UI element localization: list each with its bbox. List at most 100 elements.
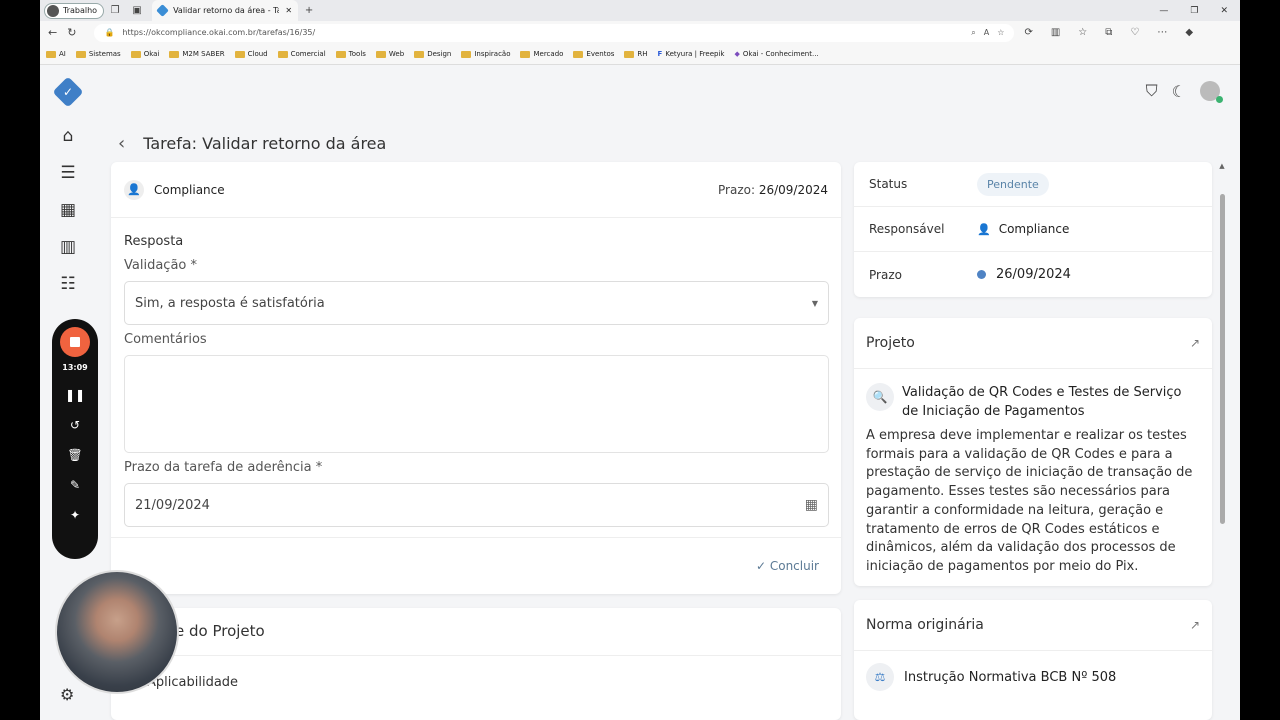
extensions-icon[interactable]: ⟳ — [1024, 27, 1032, 38]
trash-icon[interactable]: 🗑 — [67, 448, 82, 462]
external-link-icon[interactable]: ↗ — [1190, 618, 1200, 632]
list-tree-icon[interactable]: ☰ — [58, 164, 78, 182]
bookmark-item[interactable]: Comercial — [277, 50, 326, 58]
calendar-icon[interactable]: ▦ — [58, 201, 78, 219]
bookmark-item[interactable]: Sistemas — [75, 50, 121, 58]
new-tab-icon[interactable]: + — [298, 5, 320, 16]
scrollbar[interactable]: ▲ — [1218, 162, 1226, 702]
checklist-icon[interactable]: ☷ — [58, 275, 78, 293]
app-area: ✓ ⛉ ☾ ⌂ ☰ ▦ ▥ ☷ 13:09 ❚❚ ↺ 🗑 ✎ ✦ ⚙ ‹ Tar… — [40, 65, 1240, 720]
url-field[interactable]: 🔒 https://okcompliance.okai.com.br/taref… — [94, 23, 1015, 42]
bookmark-item[interactable]: Eventos — [573, 50, 614, 58]
responsavel-value: Compliance — [998, 222, 1070, 236]
area-avatar: 👤 — [124, 179, 144, 200]
external-link-icon[interactable]: ↗ — [1190, 336, 1200, 350]
projeto-header-title: Projeto — [866, 335, 915, 351]
back-nav-icon[interactable]: ← — [48, 26, 57, 39]
page-header: ‹ Tarefa: Validar retorno da área — [118, 133, 386, 154]
bookmark-item[interactable]: F Ketyura | Freepik — [658, 50, 725, 58]
folder-icon — [375, 50, 386, 58]
projeto-description: A empresa deve implementar e realizar os… — [866, 428, 1193, 574]
bookmark-item[interactable]: Web — [375, 50, 404, 58]
workspaces-icon[interactable]: ❐ — [104, 5, 126, 16]
bookmark-item[interactable]: Okai — [130, 50, 159, 58]
comentarios-textarea[interactable] — [124, 355, 829, 453]
prazo-status-dot — [977, 270, 986, 279]
effects-icon[interactable]: ✦ — [70, 508, 80, 522]
reload-icon[interactable]: ↻ — [67, 26, 76, 39]
columns-icon[interactable]: ▥ — [58, 238, 78, 256]
zoom-icon[interactable]: ⌕ — [971, 28, 975, 38]
settings-gear-icon[interactable]: ⚙ — [60, 685, 74, 704]
read-aloud-icon[interactable]: A — [984, 28, 989, 37]
bookmark-item[interactable]: M2M SABER — [169, 50, 225, 58]
project-details-title: e do Projeto — [175, 622, 265, 640]
stop-recording-button[interactable] — [60, 327, 90, 357]
filter-icon[interactable]: ⛉ — [1146, 81, 1158, 101]
app-logo[interactable]: ✓ — [52, 76, 84, 108]
side-nav: ⌂ ☰ ▦ ▥ ☷ — [58, 127, 78, 293]
bookmark-item[interactable]: ◆ Okai - Conheciment... — [735, 50, 819, 58]
deadline: Prazo: 26/09/2024 — [718, 183, 828, 197]
concluir-button[interactable]: ✓ Concluir — [756, 559, 819, 573]
bookmark-item[interactable]: RH — [624, 50, 648, 58]
browser-window: Trabalho ❐ ▣ Validar retorno da área - T… — [40, 0, 1240, 720]
calendar-picker-icon[interactable]: ▦ — [805, 497, 818, 513]
tab-active[interactable]: Validar retorno da área - Tarefas ✕ — [152, 0, 299, 21]
folder-icon — [520, 50, 531, 58]
lock-icon: 🔒 — [104, 28, 115, 37]
bookmark-item[interactable]: Inspiracão — [461, 50, 510, 58]
favorites-icon[interactable]: ☆ — [1078, 27, 1087, 38]
status-row: Status Pendente — [854, 162, 1212, 207]
favorite-star-icon[interactable]: ☆ — [997, 28, 1004, 37]
bookmark-item[interactable]: Mercado — [520, 50, 563, 58]
copilot-icon[interactable]: ◆ — [1185, 27, 1193, 38]
split-screen-icon[interactable]: ▥ — [1051, 27, 1060, 38]
collections-icon[interactable]: ⧉ — [1105, 27, 1112, 38]
scroll-thumb[interactable] — [1219, 194, 1225, 524]
bookmarks-bar: AI Sistemas Okai M2M SABER Cloud Comerci… — [40, 44, 1240, 65]
close-tab-icon[interactable]: ✕ — [285, 6, 292, 15]
bookmark-item[interactable]: Cloud — [234, 50, 268, 58]
browser-essentials-icon[interactable]: ♡ — [1130, 27, 1139, 38]
close-window-icon[interactable]: ✕ — [1220, 6, 1228, 16]
tab-bar: Trabalho ❐ ▣ Validar retorno da área - T… — [40, 0, 1240, 21]
home-icon[interactable]: ⌂ — [58, 127, 78, 145]
task-card: 👤 Compliance Prazo: 26/09/2024 Resposta … — [111, 162, 841, 594]
webcam-overlay — [55, 570, 179, 694]
theme-toggle-icon[interactable]: ☾ — [1172, 82, 1186, 101]
scroll-up-icon[interactable]: ▲ — [1218, 162, 1226, 170]
search-icon: 🔍 — [866, 383, 894, 411]
restart-icon[interactable]: ↺ — [70, 418, 80, 432]
deadline-value: 26/09/2024 — [758, 182, 828, 197]
aplicabilidade-item[interactable]: Aplicabilidade — [147, 675, 238, 690]
folder-icon — [130, 50, 141, 58]
comentarios-label: Comentários — [124, 332, 207, 347]
project-details-card: e do Projeto Aplicabilidade — [111, 608, 841, 720]
bookmark-item[interactable]: Design — [414, 50, 451, 58]
folder-icon — [75, 50, 86, 58]
task-card-footer: ✓ Concluir — [111, 537, 841, 593]
maximize-icon[interactable]: ❐ — [1190, 6, 1198, 16]
bookmark-item[interactable]: AI — [46, 50, 66, 58]
profile-button[interactable]: Trabalho — [44, 2, 105, 19]
pen-icon[interactable]: ✎ — [70, 478, 80, 492]
status-panel: Status Pendente Responsável 👤 Compliance … — [854, 162, 1212, 297]
bookmark-item[interactable]: Tools — [335, 50, 366, 58]
more-menu-icon[interactable]: ⋯ — [1157, 27, 1167, 38]
recording-time: 13:09 — [62, 363, 88, 372]
folder-icon — [46, 50, 56, 58]
screen-recorder-toolbar: 13:09 ❚❚ ↺ 🗑 ✎ ✦ — [52, 319, 98, 559]
user-avatar[interactable] — [1200, 81, 1223, 103]
back-chevron-icon[interactable]: ‹ — [118, 133, 125, 154]
pause-icon[interactable]: ❚❚ — [65, 388, 85, 402]
folder-icon — [414, 50, 425, 58]
top-right-actions: ⛉ ☾ — [1146, 81, 1223, 103]
prazo-aderencia-datefield[interactable]: 21/09/2024 ▦ — [124, 483, 829, 527]
profile-avatar — [47, 4, 59, 17]
minimize-icon[interactable]: — — [1159, 6, 1168, 16]
validacao-select[interactable]: Sim, a resposta é satisfatória ▼ — [124, 281, 829, 325]
folder-icon — [335, 50, 346, 58]
tab-actions-icon[interactable]: ▣ — [126, 5, 148, 16]
prazo-value: 26/09/2024 — [996, 267, 1071, 282]
